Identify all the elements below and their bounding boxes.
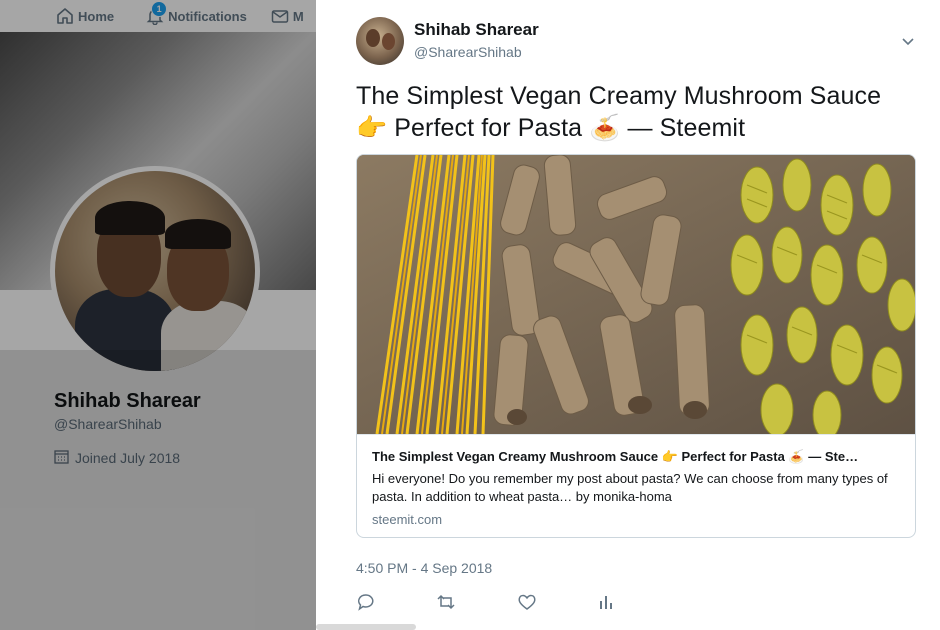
card-image-pasta bbox=[357, 155, 915, 434]
avatar-hair-left bbox=[95, 201, 165, 235]
tweet-text-source: — Steemit bbox=[627, 114, 746, 142]
tweet-text-line2: 👉 Perfect for Pasta 🍝 — Steemit bbox=[356, 112, 926, 144]
modal-overlay-bottom bbox=[0, 350, 316, 630]
tweet-text-pasta: Perfect for Pasta bbox=[394, 114, 583, 142]
profile-avatar-photo bbox=[55, 171, 255, 371]
nav-messages[interactable]: M bbox=[267, 0, 310, 32]
tweet-author-avatar[interactable] bbox=[356, 17, 404, 65]
tweet-author-name[interactable]: Shihab Sharear bbox=[414, 20, 539, 40]
avatar-hair-right bbox=[165, 219, 231, 249]
pointing-hand-emoji: 👉 bbox=[356, 113, 388, 142]
pasta-illustration bbox=[357, 155, 915, 434]
like-icon[interactable] bbox=[517, 592, 537, 612]
tweet-actions bbox=[356, 592, 656, 612]
nav-home[interactable]: Home bbox=[52, 0, 120, 32]
analytics-icon[interactable] bbox=[596, 592, 616, 612]
tweet-text: The Simplest Vegan Creamy Mushroom Sauce… bbox=[356, 80, 926, 144]
profile-page-background: Home 1 Notifications M Shihab Sharear @S… bbox=[0, 0, 316, 630]
spaghetti-emoji: 🍝 bbox=[589, 113, 621, 142]
envelope-icon bbox=[271, 7, 289, 25]
bell-icon: 1 bbox=[146, 1, 168, 26]
card-title[interactable]: The Simplest Vegan Creamy Mushroom Sauce… bbox=[372, 449, 902, 465]
mini-face-right bbox=[382, 33, 395, 50]
reply-icon[interactable] bbox=[356, 592, 376, 612]
card-meta: The Simplest Vegan Creamy Mushroom Sauce… bbox=[357, 434, 915, 537]
tweet-author-handle[interactable]: @SharearShihab bbox=[414, 44, 522, 60]
card-domain[interactable]: steemit.com bbox=[372, 512, 442, 527]
top-navigation: Home 1 Notifications M bbox=[0, 0, 316, 32]
profile-avatar[interactable] bbox=[50, 166, 260, 376]
tweet-detail-panel: Shihab Sharear @SharearShihab The Simple… bbox=[316, 0, 940, 630]
tweet-timestamp[interactable]: 4:50 PM - 4 Sep 2018 bbox=[356, 560, 492, 576]
mini-face-left bbox=[366, 29, 380, 47]
link-preview-card[interactable]: The Simplest Vegan Creamy Mushroom Sauce… bbox=[356, 154, 916, 538]
nav-home-label: Home bbox=[78, 8, 115, 24]
notification-badge: 1 bbox=[151, 1, 168, 17]
tweet-text-line1: The Simplest Vegan Creamy Mushroom Sauce bbox=[356, 82, 882, 110]
chevron-down-icon[interactable] bbox=[900, 33, 916, 49]
card-description: Hi everyone! Do you remember my post abo… bbox=[372, 471, 888, 504]
retweet-icon[interactable] bbox=[436, 592, 456, 612]
nav-notifications-label: Notifications bbox=[168, 8, 247, 24]
home-icon bbox=[56, 7, 74, 25]
horizontal-scrollbar[interactable] bbox=[316, 624, 416, 630]
nav-notifications[interactable]: 1 Notifications bbox=[142, 0, 253, 32]
nav-messages-label: M bbox=[292, 8, 304, 24]
